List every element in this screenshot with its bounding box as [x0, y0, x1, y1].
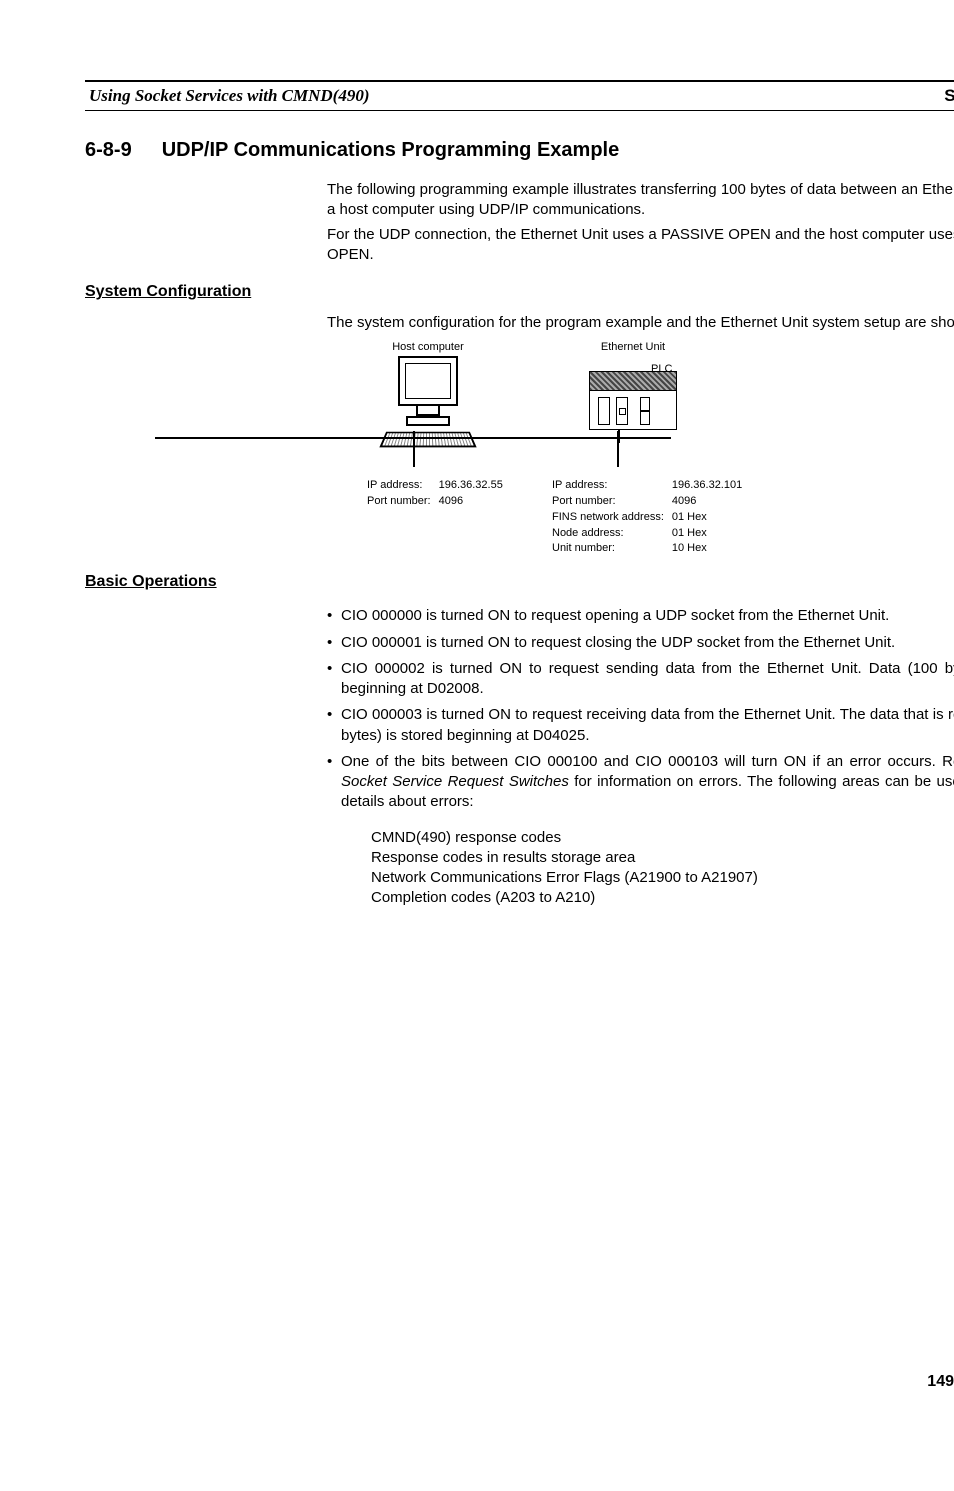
eth-spec-node-label: Node address: [552, 527, 670, 541]
host-spec-ip-val: 196.36.32.55 [439, 479, 509, 493]
system-config-heading: System Configuration [85, 283, 954, 301]
ethernet-specs: IP address:196.36.32.101 Port number:409… [550, 477, 750, 558]
host-specs: IP address:196.36.32.55 Port number:4096 [365, 477, 511, 511]
eth-spec-node-val: 01 Hex [672, 527, 748, 541]
host-computer-graphic: Host computer [383, 341, 473, 448]
plc-label: PLC [651, 363, 672, 375]
wire-ethernet [617, 431, 619, 467]
bullet-1: CIO 000001 is turned ON to request closi… [327, 633, 954, 653]
eth-spec-unit-label: Unit number: [552, 542, 670, 556]
eth-spec-fins-val: 01 Hex [672, 511, 748, 525]
subline-2: Network Communications Error Flags (A219… [371, 868, 954, 888]
subline-1: Response codes in results storage area [371, 848, 954, 868]
wire-host [413, 431, 415, 467]
bullet-3: CIO 000003 is turned ON to request recei… [327, 705, 954, 746]
eth-spec-port-val: 4096 [672, 495, 748, 509]
page-number: 149 [927, 1373, 954, 1391]
host-spec-port-label: Port number: [367, 495, 437, 509]
basic-ops-heading: Basic Operations [85, 573, 954, 591]
host-computer-label: Host computer [383, 341, 473, 353]
eth-spec-ip-val: 196.36.32.101 [672, 479, 748, 493]
header-right-text: Section 6-8 [944, 86, 954, 106]
subline-3: Completion codes (A203 to A210) [371, 888, 954, 908]
bullet-0: CIO 000000 is turned ON to request openi… [327, 606, 954, 626]
host-spec-port-val: 4096 [439, 495, 509, 509]
error-details-sublist: CMND(490) response codes Response codes … [371, 828, 954, 909]
bullet-2: CIO 000002 is turned ON to request sendi… [327, 659, 954, 700]
keyboard-icon [379, 432, 476, 448]
subline-0: CMND(490) response codes [371, 828, 954, 848]
ethernet-unit-label: Ethernet Unit [589, 341, 677, 353]
page-header: Using Socket Services with CMND(490) Sec… [85, 80, 954, 111]
eth-spec-unit-val: 10 Hex [672, 542, 748, 556]
intro-para-1: The following programming example illust… [327, 180, 954, 221]
eth-spec-port-label: Port number: [552, 495, 670, 509]
section-title: 6-8-9 UDP/IP Communications Programming E… [85, 139, 954, 162]
system-config-para: The system configuration for the program… [327, 313, 954, 333]
monitor-icon [398, 356, 458, 406]
ethernet-unit-graphic: Ethernet Unit [589, 341, 677, 430]
intro-para-2: For the UDP connection, the Ethernet Uni… [327, 225, 954, 266]
bullet-err-prefix: One of the bits between CIO 000100 and C… [341, 753, 954, 770]
basic-ops-list: CIO 000000 is turned ON to request openi… [327, 606, 954, 812]
system-diagram: Host computer Ethernet Unit PLC IP addre… [365, 341, 954, 551]
section-number: 6-8-9 [85, 139, 132, 162]
bullet-error: One of the bits between CIO 000100 and C… [327, 752, 954, 813]
section-title-text: UDP/IP Communications Programming Exampl… [162, 139, 620, 161]
host-spec-ip-label: IP address: [367, 479, 437, 493]
eth-spec-fins-label: FINS network address: [552, 511, 670, 525]
eth-spec-ip-label: IP address: [552, 479, 670, 493]
header-left-text: Using Socket Services with CMND(490) [89, 86, 370, 106]
